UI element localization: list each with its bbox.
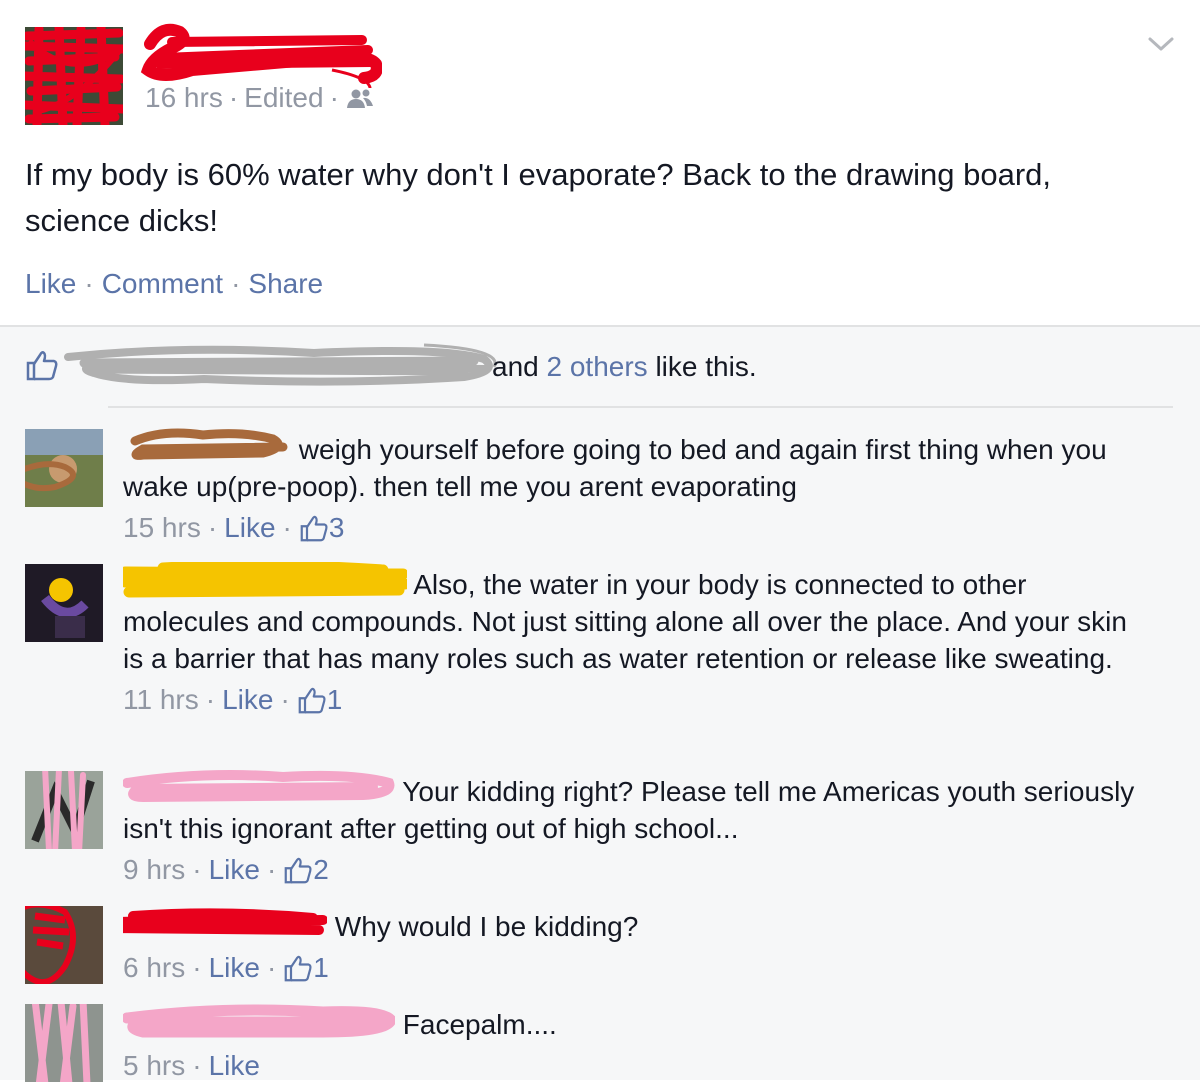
- thumbs-up-icon: [298, 687, 326, 714]
- comment-meta: 5 hrs · Like: [123, 1050, 260, 1081]
- commenter-name-redacted[interactable]: [123, 769, 395, 807]
- redaction-scribble: [25, 27, 123, 125]
- thumbs-up-icon: [284, 955, 312, 982]
- comment-button[interactable]: Comment: [102, 268, 223, 299]
- comment-like-button[interactable]: Like: [209, 854, 260, 885]
- commenter-name-redacted[interactable]: [123, 904, 327, 942]
- avatar-image: [25, 1004, 103, 1082]
- commenter-avatar[interactable]: [25, 429, 103, 507]
- comment-body: Your kidding right? Please tell me Ameri…: [123, 769, 1153, 888]
- author-avatar[interactable]: [25, 27, 123, 125]
- comment-text: Facepalm....: [402, 1009, 557, 1040]
- commenter-name-redacted[interactable]: [123, 562, 407, 600]
- avatar-image: [25, 564, 103, 642]
- thumbs-up-icon: [26, 351, 58, 381]
- avatar-image: [25, 429, 103, 507]
- comment-timestamp[interactable]: 11 hrs: [123, 684, 199, 715]
- comment-like-button[interactable]: Like: [209, 1050, 260, 1081]
- comment-like-button[interactable]: Like: [224, 512, 275, 543]
- post-timestamp[interactable]: 16 hrs: [145, 82, 223, 113]
- likes-text: and 2 others like this.: [492, 351, 757, 383]
- thumbs-up-icon: [300, 515, 328, 542]
- commenter-name-redacted[interactable]: [123, 1002, 395, 1040]
- divider: [108, 406, 1173, 408]
- commenter-avatar[interactable]: [25, 771, 103, 849]
- like-button[interactable]: Like: [25, 268, 76, 299]
- likers-redacted[interactable]: [64, 339, 504, 395]
- author-name-redacted[interactable]: [132, 18, 382, 88]
- comment-body: Also, the water in your body is connecte…: [123, 562, 1153, 718]
- comment-like-button[interactable]: Like: [222, 684, 273, 715]
- comment-body: weigh yourself before going to bed and a…: [123, 427, 1153, 546]
- commenter-name-redacted[interactable]: [123, 427, 291, 465]
- comment-like-count[interactable]: 3: [329, 512, 345, 543]
- chevron-down-icon[interactable]: [1147, 34, 1175, 54]
- comment-like-count[interactable]: 1: [313, 952, 329, 983]
- comment-timestamp[interactable]: 9 hrs: [123, 854, 185, 885]
- commenter-avatar[interactable]: [25, 1004, 103, 1082]
- comment-meta: 15 hrs · Like · 3: [123, 512, 345, 543]
- thumbs-up-icon: [284, 857, 312, 884]
- comment-meta: 9 hrs · Like · 2: [123, 854, 329, 885]
- avatar-image: [25, 771, 103, 849]
- comment-text: Why would I be kidding?: [334, 911, 639, 942]
- post-card: 16 hrs · Edited · If my body is 60% water w…: [0, 0, 1200, 325]
- comment-body: Facepalm.... 5 hrs · Like: [123, 1002, 1153, 1084]
- comment-like-count[interactable]: 2: [313, 854, 329, 885]
- likes-suffix: like this.: [655, 351, 757, 382]
- post-meta: 16 hrs · Edited ·: [145, 82, 375, 114]
- comment-like-button[interactable]: Like: [209, 952, 260, 983]
- commenter-avatar[interactable]: [25, 906, 103, 984]
- avatar-image: [25, 906, 103, 984]
- comment-meta: 11 hrs · Like · 1: [123, 684, 343, 715]
- comment-timestamp[interactable]: 6 hrs: [123, 952, 185, 983]
- comment-like-count[interactable]: 1: [327, 684, 343, 715]
- commenter-avatar[interactable]: [25, 564, 103, 642]
- others-link[interactable]: 2 others: [547, 351, 648, 382]
- likes-summary: [25, 349, 59, 383]
- edited-label[interactable]: Edited: [244, 82, 323, 113]
- friends-icon[interactable]: [345, 87, 375, 109]
- comment-body: Why would I be kidding? 6 hrs · Like · 1: [123, 904, 1153, 986]
- post-message: If my body is 60% water why don't I evap…: [25, 157, 1052, 238]
- post-actions: Like · Comment · Share: [25, 268, 324, 299]
- likes-and: and: [492, 351, 539, 382]
- comments-section: and 2 others like this. weigh yourself b…: [0, 325, 1200, 1082]
- comment-timestamp[interactable]: 5 hrs: [123, 1050, 185, 1081]
- share-button[interactable]: Share: [248, 268, 323, 299]
- comment-timestamp[interactable]: 15 hrs: [123, 512, 201, 543]
- comment-meta: 6 hrs · Like · 1: [123, 952, 329, 983]
